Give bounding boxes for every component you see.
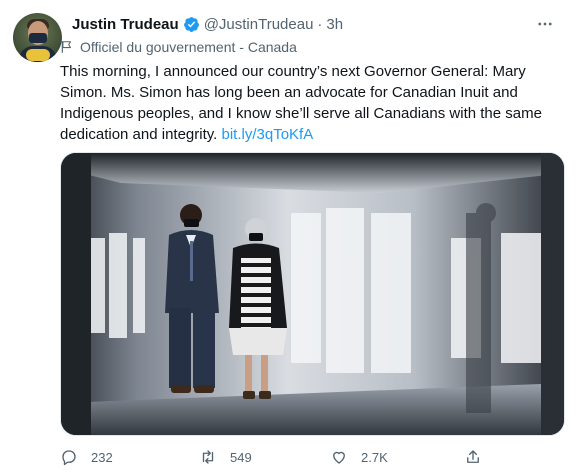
share-button[interactable] bbox=[464, 448, 495, 466]
like-count: 2.7K bbox=[361, 449, 388, 465]
retweet-button[interactable]: 549 bbox=[199, 448, 252, 466]
reply-button[interactable]: 232 bbox=[60, 448, 113, 466]
retweet-icon bbox=[202, 450, 214, 464]
like-button[interactable]: 2.7K bbox=[330, 448, 388, 466]
photo-image bbox=[61, 153, 564, 435]
tweet-photo[interactable] bbox=[60, 152, 565, 436]
tweet-timestamp[interactable]: 3h bbox=[326, 16, 343, 33]
government-flag-icon bbox=[61, 41, 72, 53]
government-label-text: Officiel du gouvernement - Canada bbox=[80, 39, 297, 55]
share-icon bbox=[467, 450, 479, 463]
author-name[interactable]: Justin Trudeau bbox=[72, 16, 179, 33]
retweet-count: 549 bbox=[230, 449, 252, 465]
separator-dot: · bbox=[317, 15, 323, 33]
tweet-body: This morning, I announced our country’s … bbox=[60, 61, 560, 145]
verified-badge-icon bbox=[183, 16, 199, 32]
tweet-header: Justin Trudeau @JustinTrudeau · 3h bbox=[72, 14, 343, 34]
tweet-actions: 232 549 2.7K bbox=[60, 447, 530, 467]
tweet-link[interactable]: bit.ly/3qToKfA bbox=[222, 126, 314, 143]
more-options-icon[interactable] bbox=[532, 11, 558, 37]
author-avatar[interactable] bbox=[13, 13, 62, 62]
reply-count: 232 bbox=[91, 449, 113, 465]
like-icon bbox=[333, 451, 345, 464]
government-label[interactable]: Officiel du gouvernement - Canada bbox=[60, 38, 297, 56]
reply-icon bbox=[62, 450, 76, 466]
author-handle[interactable]: @JustinTrudeau bbox=[204, 16, 314, 33]
